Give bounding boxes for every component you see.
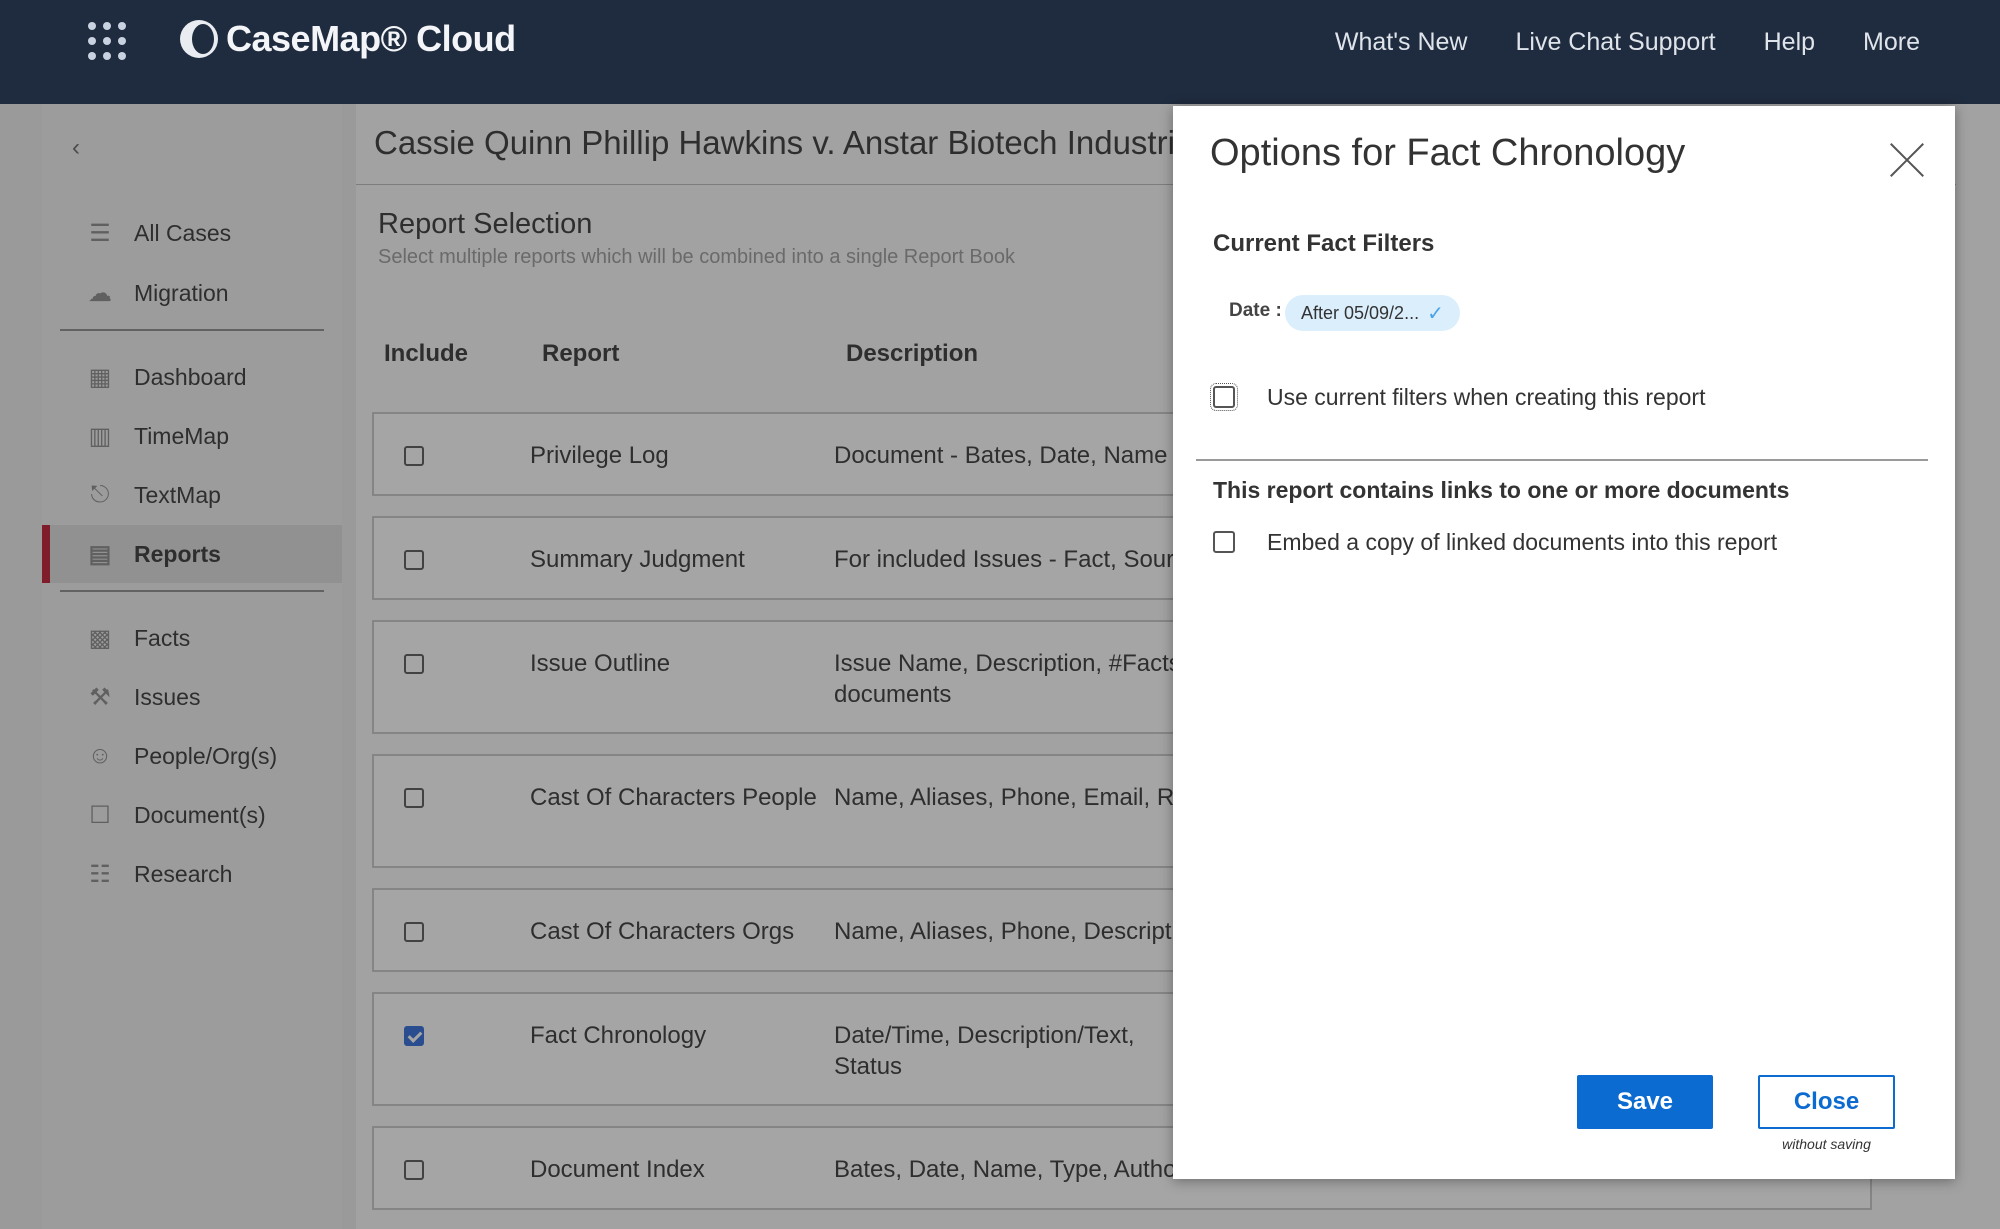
sidebar-item-facts[interactable]: ▩ Facts (42, 609, 342, 667)
document-links-heading: This report contains links to one or mor… (1213, 477, 1790, 503)
casemap-logo[interactable]: CaseMap® Cloud (180, 18, 516, 60)
report-name: Fact Chronology (530, 1022, 707, 1049)
sidebar-item-reports[interactable]: ▤ Reports (42, 525, 342, 583)
include-checkbox[interactable] (404, 446, 424, 466)
report-selection-title: Report Selection (378, 208, 593, 240)
close-note: without saving (1782, 1136, 1871, 1152)
top-nav-bar: CaseMap® Cloud What's New Live Chat Supp… (0, 0, 2000, 104)
sidebar-item-research[interactable]: ☷ Research (42, 845, 342, 903)
sidebar-item-label: People/Org(s) (134, 742, 278, 769)
column-header-report: Report (542, 340, 620, 367)
report-name: Document Index (530, 1156, 705, 1183)
live-chat-support-link[interactable]: Live Chat Support (1515, 28, 1715, 57)
people-icon: ☺ (87, 742, 113, 769)
sidebar-item-label: Research (134, 860, 233, 887)
sidebar-item-label: Issues (134, 683, 201, 710)
include-checkbox[interactable] (404, 1026, 424, 1046)
timemap-icon: ▥ (88, 422, 112, 450)
facts-icon: ▩ (88, 624, 112, 652)
library-icon: ☷ (89, 860, 111, 888)
sidebar-item-label: All Cases (134, 219, 232, 246)
include-checkbox[interactable] (404, 788, 424, 808)
use-current-filters-checkbox[interactable] (1210, 383, 1238, 411)
more-link[interactable]: More (1863, 28, 1920, 57)
column-header-include: Include (384, 340, 469, 367)
report-selection-subtitle: Select multiple reports which will be co… (378, 246, 1015, 268)
list-icon: ☰ (89, 219, 111, 247)
sidebar-item-textmap[interactable]: ⎋ TextMap (42, 466, 342, 524)
close-icon[interactable] (1887, 140, 1927, 180)
date-filter-label: Date : (1229, 300, 1282, 321)
embed-documents-checkbox[interactable] (1213, 531, 1235, 553)
sidebar-item-people-orgs[interactable]: ☺ People/Org(s) (42, 727, 342, 785)
sidebar-item-label: Migration (134, 279, 229, 306)
dashboard-icon: ▦ (88, 363, 112, 391)
report-name: Cast Of Characters People (530, 784, 817, 811)
save-button[interactable]: Save (1577, 1075, 1713, 1129)
help-link[interactable]: Help (1764, 28, 1815, 57)
logo-text: CaseMap® Cloud (226, 18, 516, 59)
close-button[interactable]: Close (1758, 1075, 1895, 1129)
include-checkbox[interactable] (404, 922, 424, 942)
report-name: Issue Outline (530, 650, 671, 677)
sidebar-divider (60, 590, 324, 592)
case-title: Cassie Quinn Phillip Hawkins v. Anstar B… (374, 124, 1210, 161)
sidebar: ‹ ☰ All Cases ☁ Migration ▦ Dashboard ▥ … (42, 104, 342, 1229)
sidebar-item-label: Reports (134, 540, 221, 567)
current-fact-filters-heading: Current Fact Filters (1213, 230, 1435, 257)
sidebar-item-label: TextMap (134, 481, 221, 508)
reports-icon: ▤ (88, 540, 112, 568)
sidebar-divider (60, 329, 324, 331)
date-filter-chip[interactable]: After 05/09/2... ✓ (1285, 295, 1460, 331)
cloud-upload-icon: ☁ (88, 279, 112, 307)
sidebar-item-migration[interactable]: ☁ Migration (42, 264, 342, 322)
include-checkbox[interactable] (404, 1160, 424, 1180)
include-checkbox[interactable] (404, 550, 424, 570)
sidebar-item-documents[interactable]: ☐ Document(s) (42, 786, 342, 844)
sidebar-item-label: Facts (134, 624, 191, 651)
logo-icon (180, 20, 218, 58)
report-name: Cast Of Characters Orgs (530, 918, 795, 945)
checkmark-icon: ✓ (1427, 302, 1444, 325)
whats-new-link[interactable]: What's New (1335, 28, 1468, 57)
gavel-icon: ⚒ (89, 683, 111, 711)
use-current-filters-label: Use current filters when creating this r… (1267, 384, 1706, 410)
dialog-divider (1196, 459, 1928, 461)
include-checkbox[interactable] (404, 654, 424, 674)
report-name: Privilege Log (530, 442, 669, 469)
app-grid-icon[interactable] (88, 22, 126, 60)
sidebar-item-label: TimeMap (134, 422, 229, 449)
microphone-icon: ⎋ (90, 481, 110, 508)
sidebar-item-all-cases[interactable]: ☰ All Cases (42, 204, 342, 262)
column-header-description: Description (846, 340, 979, 367)
document-icon: ☐ (89, 801, 111, 829)
date-filter-value: After 05/09/2... (1301, 302, 1420, 323)
embed-documents-label: Embed a copy of linked documents into th… (1267, 529, 1778, 555)
sidebar-item-dashboard[interactable]: ▦ Dashboard (42, 348, 342, 406)
sidebar-item-label: Document(s) (134, 801, 266, 828)
collapse-sidebar-icon[interactable]: ‹ (72, 134, 80, 162)
report-name: Summary Judgment (530, 546, 745, 573)
top-nav-links: What's New Live Chat Support Help More (1335, 28, 1920, 57)
sidebar-item-label: Dashboard (134, 363, 247, 390)
dialog-title: Options for Fact Chronology (1210, 132, 1686, 174)
options-dialog: Options for Fact Chronology Current Fact… (1173, 106, 1955, 1179)
sidebar-item-issues[interactable]: ⚒ Issues (42, 668, 342, 726)
sidebar-item-timemap[interactable]: ▥ TimeMap (42, 407, 342, 465)
